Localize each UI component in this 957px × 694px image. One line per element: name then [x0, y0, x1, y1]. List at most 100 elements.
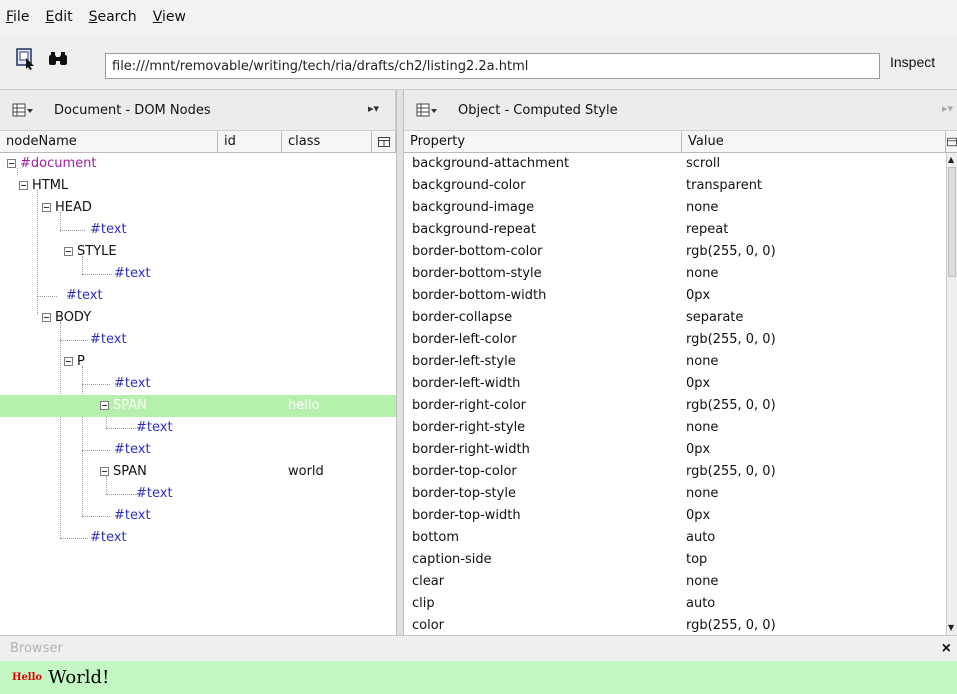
- collapse-icon[interactable]: [64, 357, 73, 366]
- column-header-value[interactable]: Value: [682, 131, 946, 152]
- menu-edit[interactable]: Edit: [45, 9, 72, 25]
- style-row[interactable]: border-bottom-width 0px: [404, 285, 946, 307]
- panel-options-icon[interactable]: ▸▾: [368, 102, 379, 115]
- style-row[interactable]: background-attachment scroll: [404, 153, 946, 175]
- property-name: background-image: [412, 200, 535, 215]
- collapse-icon[interactable]: [100, 467, 109, 476]
- property-name: border-left-color: [412, 332, 517, 347]
- style-row[interactable]: bottom auto: [404, 527, 946, 549]
- style-row[interactable]: border-left-width 0px: [404, 373, 946, 395]
- style-row[interactable]: border-top-color rgb(255, 0, 0): [404, 461, 946, 483]
- style-row[interactable]: color rgb(255, 0, 0): [404, 615, 946, 635]
- tree-row-html[interactable]: HTML: [0, 175, 396, 197]
- menu-bar: File Edit Search View: [0, 0, 957, 34]
- collapse-icon[interactable]: [7, 159, 16, 168]
- style-row[interactable]: border-right-style none: [404, 417, 946, 439]
- style-row[interactable]: border-collapse separate: [404, 307, 946, 329]
- style-row[interactable]: background-color transparent: [404, 175, 946, 197]
- hello-span: Hello: [12, 672, 43, 683]
- property-name: background-attachment: [412, 156, 570, 171]
- collapse-icon[interactable]: [42, 203, 51, 212]
- style-row[interactable]: clip auto: [404, 593, 946, 615]
- menu-search[interactable]: Search: [89, 9, 137, 25]
- column-picker-icon[interactable]: [372, 131, 396, 152]
- scroll-down-icon[interactable]: ▼: [948, 623, 954, 633]
- panel-menu-icon[interactable]: [12, 101, 36, 119]
- tree-row-text[interactable]: #text: [0, 219, 396, 241]
- scroll-up-icon[interactable]: ▲: [948, 155, 954, 165]
- menu-file[interactable]: File: [6, 9, 29, 25]
- collapse-icon[interactable]: [64, 247, 73, 256]
- inspect-element-icon[interactable]: [12, 44, 40, 74]
- tree-row-span[interactable]: SPAN world: [0, 461, 396, 483]
- property-value: auto: [686, 530, 716, 545]
- tree-row-text[interactable]: #text: [0, 439, 396, 461]
- vertical-scrollbar[interactable]: ▲ ▼: [946, 153, 957, 635]
- style-row[interactable]: clear none: [404, 571, 946, 593]
- menu-view[interactable]: View: [153, 9, 186, 25]
- property-value: rgb(255, 0, 0): [686, 332, 776, 347]
- tree-row-text[interactable]: #text: [0, 505, 396, 527]
- collapse-icon[interactable]: [100, 401, 109, 410]
- node-name: #text: [114, 508, 151, 523]
- tree-row-document[interactable]: #document: [0, 153, 396, 175]
- tree-row-text[interactable]: #text: [0, 373, 396, 395]
- node-name: #text: [136, 420, 173, 435]
- scrollbar-thumb[interactable]: [948, 167, 956, 277]
- panel-splitter[interactable]: [396, 90, 404, 635]
- binoculars-icon[interactable]: [44, 44, 72, 74]
- column-picker-icon[interactable]: [946, 131, 957, 152]
- dom-panel-title: Document - DOM Nodes: [54, 102, 211, 118]
- column-header-class[interactable]: class: [282, 131, 372, 152]
- style-column-headers: Property Value: [404, 130, 957, 153]
- panel-options-icon[interactable]: ▸▾: [942, 102, 953, 115]
- tree-row-text[interactable]: #text: [0, 285, 396, 307]
- style-row[interactable]: caption-side top: [404, 549, 946, 571]
- style-row[interactable]: border-right-width 0px: [404, 439, 946, 461]
- tree-row-text[interactable]: #text: [0, 527, 396, 549]
- property-value: transparent: [686, 178, 763, 193]
- property-name: color: [412, 618, 445, 633]
- style-row[interactable]: border-bottom-style none: [404, 263, 946, 285]
- property-value: top: [686, 552, 708, 567]
- property-name: border-right-width: [412, 442, 530, 457]
- tree-row-text[interactable]: #text: [0, 483, 396, 505]
- url-input[interactable]: [105, 53, 880, 79]
- node-name: #text: [90, 530, 127, 545]
- style-row[interactable]: border-right-color rgb(255, 0, 0): [404, 395, 946, 417]
- column-header-property[interactable]: Property: [404, 131, 682, 152]
- tree-row-span-selected[interactable]: SPAN hello: [0, 395, 396, 417]
- style-row[interactable]: border-bottom-color rgb(255, 0, 0): [404, 241, 946, 263]
- close-icon[interactable]: ×: [942, 640, 951, 658]
- tree-row-style[interactable]: STYLE: [0, 241, 396, 263]
- collapse-icon[interactable]: [19, 181, 28, 190]
- column-header-id[interactable]: id: [218, 131, 282, 152]
- tree-row-text[interactable]: #text: [0, 263, 396, 285]
- inspect-button[interactable]: Inspect: [890, 54, 935, 70]
- style-row[interactable]: border-top-width 0px: [404, 505, 946, 527]
- collapse-icon[interactable]: [42, 313, 51, 322]
- property-value: 0px: [686, 288, 711, 303]
- property-value: auto: [686, 596, 716, 611]
- node-name: #document: [20, 156, 97, 171]
- tree-row-text[interactable]: #text: [0, 417, 396, 439]
- panel-menu-icon[interactable]: [416, 101, 440, 119]
- property-name: border-top-width: [412, 508, 521, 523]
- tree-row-p[interactable]: P: [0, 351, 396, 373]
- node-class: world: [288, 464, 324, 479]
- style-row[interactable]: background-image none: [404, 197, 946, 219]
- dom-tree: #document HTML HEAD #text STYLE #text #t…: [0, 153, 396, 635]
- property-value: rgb(255, 0, 0): [686, 618, 776, 633]
- style-row[interactable]: border-left-style none: [404, 351, 946, 373]
- tree-row-head[interactable]: HEAD: [0, 197, 396, 219]
- property-value: rgb(255, 0, 0): [686, 464, 776, 479]
- style-row[interactable]: border-top-style none: [404, 483, 946, 505]
- style-row[interactable]: border-left-color rgb(255, 0, 0): [404, 329, 946, 351]
- tree-row-text[interactable]: #text: [0, 329, 396, 351]
- property-name: border-left-style: [412, 354, 516, 369]
- property-name: border-top-color: [412, 464, 517, 479]
- style-row[interactable]: background-repeat repeat: [404, 219, 946, 241]
- node-name: STYLE: [77, 244, 117, 259]
- tree-row-body[interactable]: BODY: [0, 307, 396, 329]
- column-header-nodename[interactable]: nodeName: [0, 131, 218, 152]
